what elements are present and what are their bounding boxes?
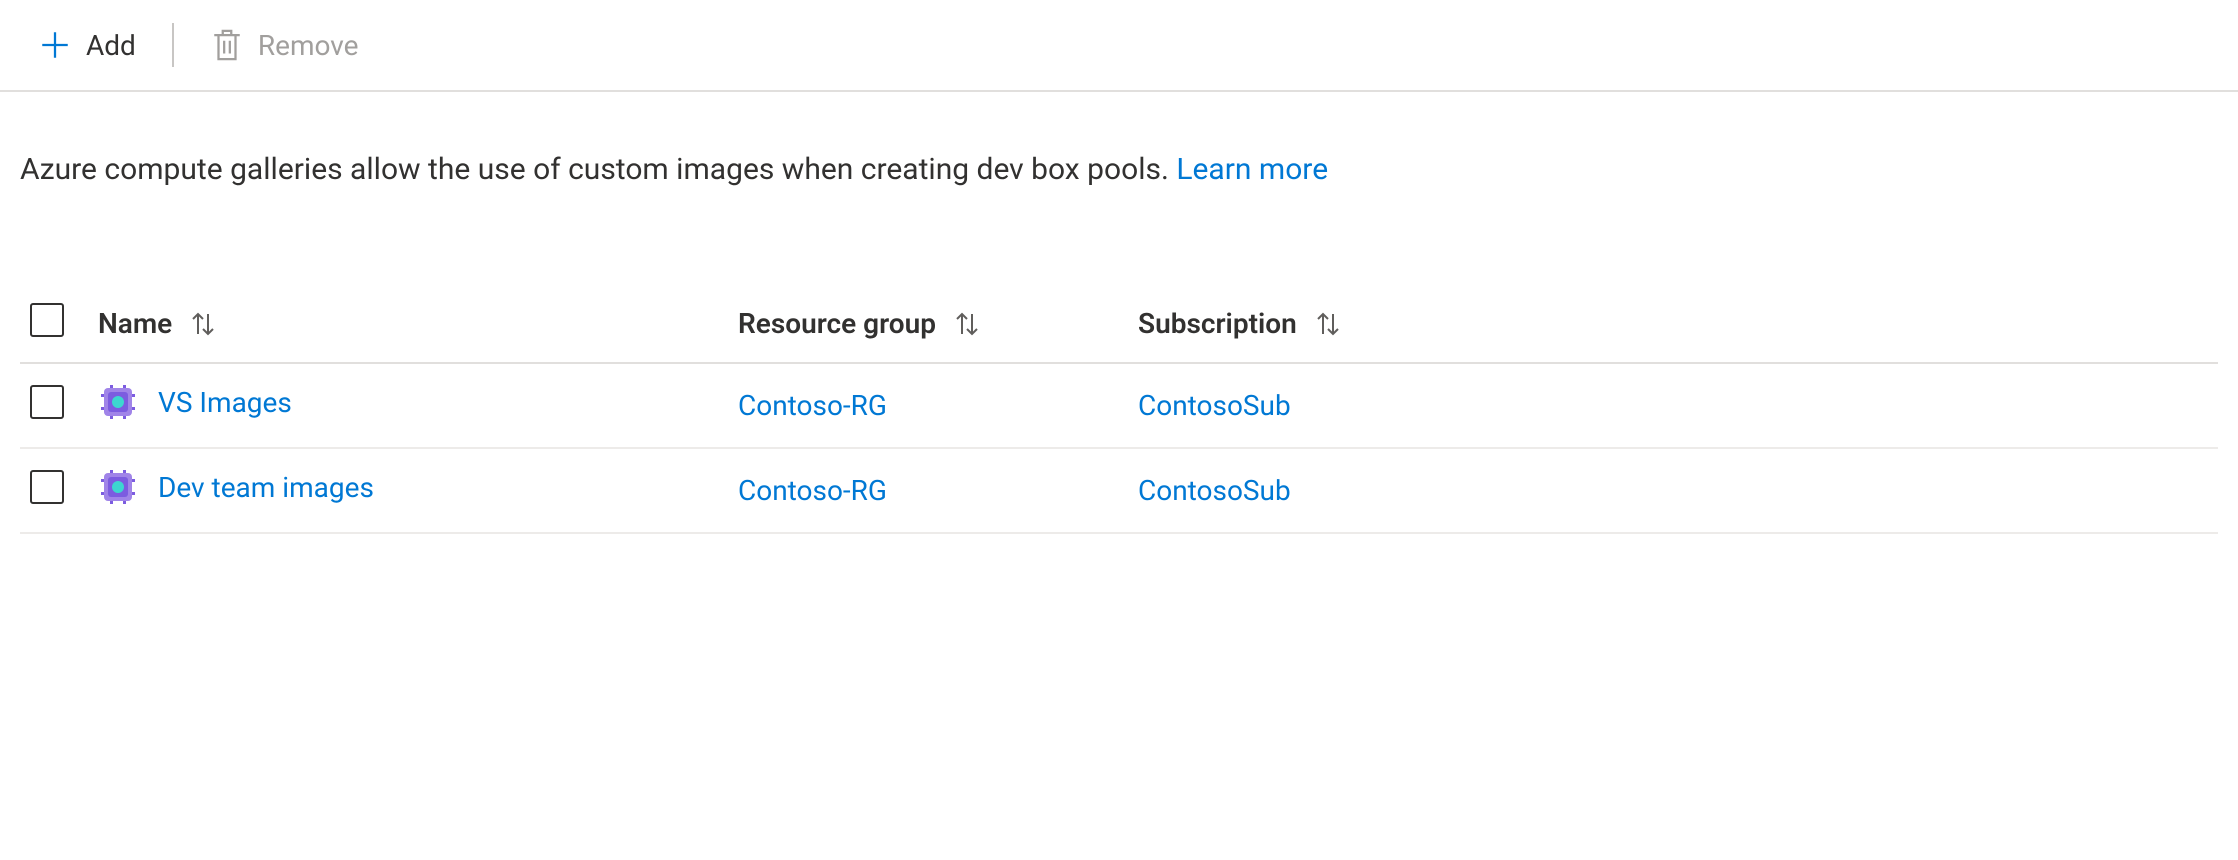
table-row: Dev team images Contoso-RG ContosoSub bbox=[20, 448, 2218, 533]
sort-icon bbox=[186, 309, 220, 339]
resource-group-link[interactable]: Contoso-RG bbox=[738, 474, 887, 507]
description-text: Azure compute galleries allow the use of… bbox=[20, 152, 1176, 187]
gallery-name-link[interactable]: VS Images bbox=[158, 386, 292, 419]
resource-group-link[interactable]: Contoso-RG bbox=[738, 389, 887, 422]
select-all-checkbox[interactable] bbox=[30, 303, 64, 337]
learn-more-link[interactable]: Learn more bbox=[1176, 152, 1328, 187]
column-header-name-label: Name bbox=[98, 307, 172, 340]
column-header-sub-label: Subscription bbox=[1138, 307, 1297, 340]
subscription-link[interactable]: ContosoSub bbox=[1138, 474, 1291, 507]
sort-icon bbox=[1311, 309, 1345, 339]
row-checkbox[interactable] bbox=[30, 470, 64, 504]
plus-icon bbox=[38, 28, 72, 62]
remove-button-label: Remove bbox=[258, 29, 359, 62]
table-header-row: Name Resource group bbox=[20, 287, 2218, 363]
sort-icon bbox=[950, 309, 984, 339]
column-header-name[interactable]: Name bbox=[98, 307, 220, 340]
remove-button[interactable]: Remove bbox=[200, 22, 369, 68]
column-header-rg-label: Resource group bbox=[738, 307, 936, 340]
gallery-icon bbox=[98, 382, 138, 422]
description: Azure compute galleries allow the use of… bbox=[0, 92, 2238, 197]
column-header-subscription[interactable]: Subscription bbox=[1138, 307, 1345, 340]
add-button[interactable]: Add bbox=[28, 24, 146, 66]
trash-icon bbox=[210, 26, 244, 64]
toolbar-separator bbox=[172, 23, 174, 67]
subscription-link[interactable]: ContosoSub bbox=[1138, 389, 1291, 422]
column-header-resource-group[interactable]: Resource group bbox=[738, 307, 984, 340]
toolbar: Add Remove bbox=[0, 0, 2238, 92]
table-row: VS Images Contoso-RG ContosoSub bbox=[20, 363, 2218, 448]
add-button-label: Add bbox=[86, 29, 136, 62]
galleries-table: Name Resource group bbox=[0, 197, 2238, 534]
gallery-icon bbox=[98, 467, 138, 507]
gallery-name-link[interactable]: Dev team images bbox=[158, 471, 374, 504]
row-checkbox[interactable] bbox=[30, 385, 64, 419]
